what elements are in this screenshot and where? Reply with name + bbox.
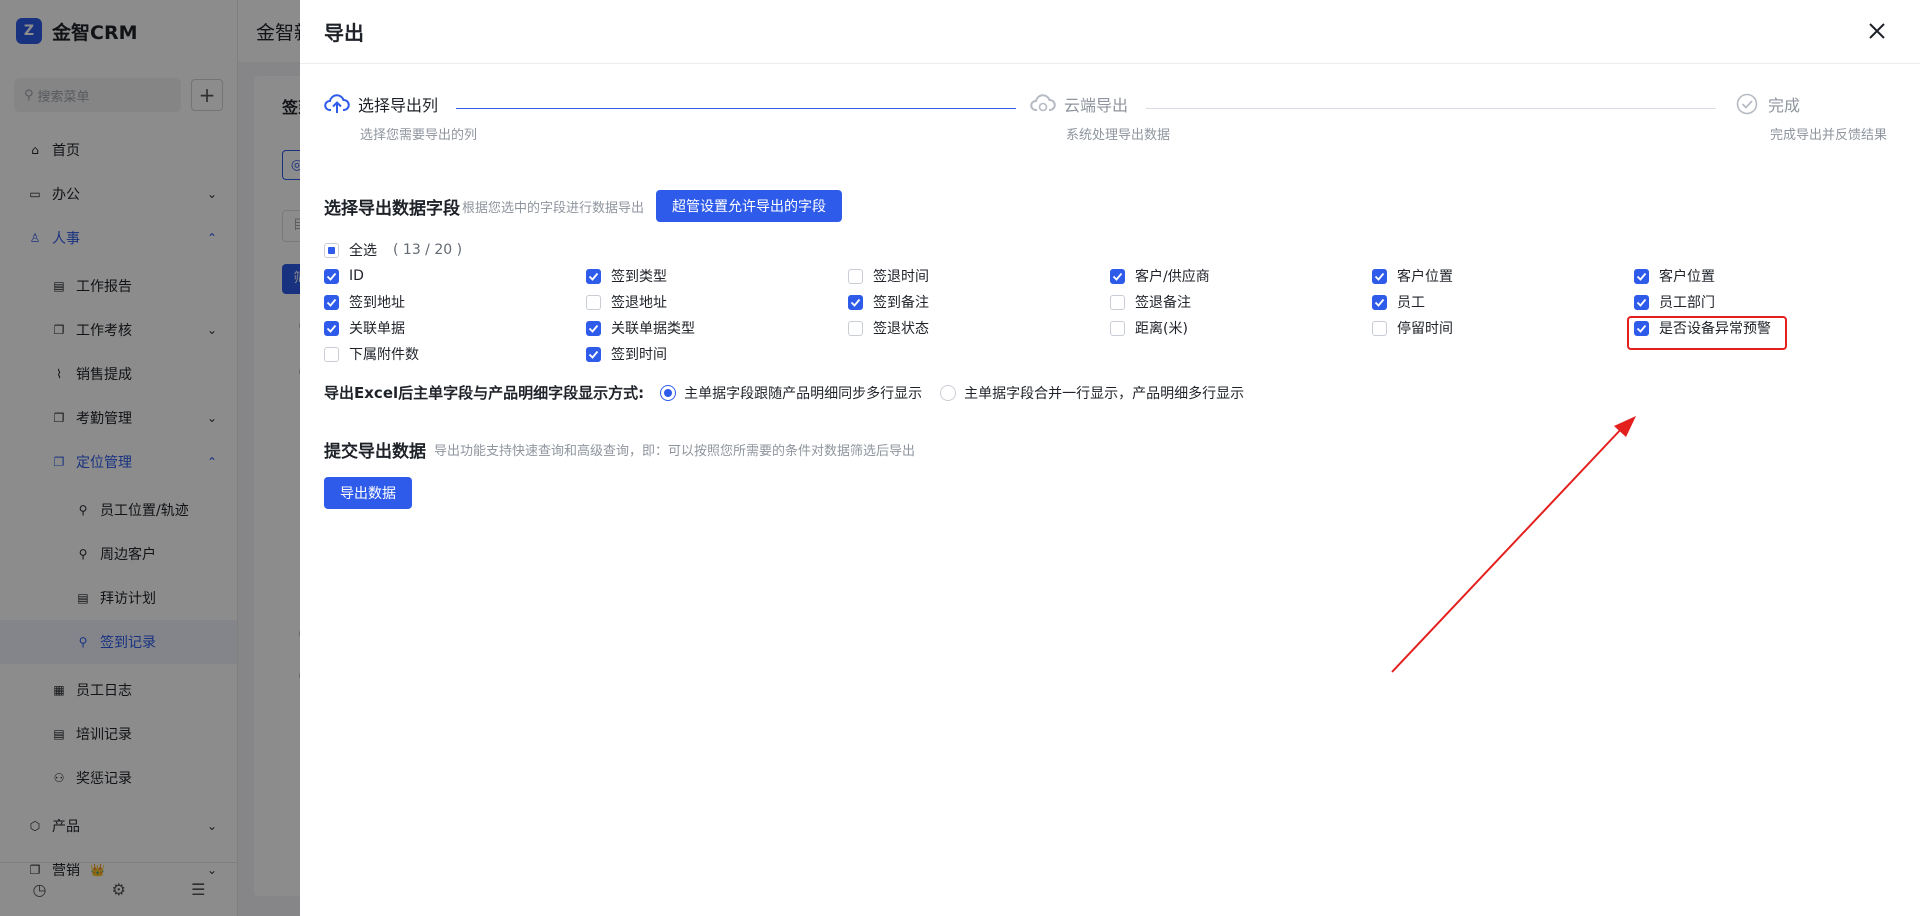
export-field-checkbox[interactable]: 签到类型 <box>586 266 667 286</box>
checkbox-checked-icon <box>586 346 601 362</box>
fields-section-hint: 根据您选中的字段进行数据导出 <box>462 200 645 216</box>
step-finish: 完成 完成导出并反馈结果 <box>1734 92 1887 143</box>
cloud-upload-icon <box>324 94 350 113</box>
checkbox-checked-icon <box>1634 268 1649 284</box>
export-data-button[interactable]: 导出数据 <box>324 477 412 509</box>
display-mode-option-sync[interactable]: 主单据字段跟随产品明细同步多行显示 <box>660 383 922 403</box>
export-field-checkbox[interactable]: 员工 <box>1372 292 1425 312</box>
option-label: 主单据字段合并一行显示，产品明细多行显示 <box>964 385 1245 402</box>
export-field-checkbox[interactable]: 签到地址 <box>324 292 405 312</box>
drawer-header: 导出 <box>300 0 1920 64</box>
radio-unchecked-icon <box>940 384 957 401</box>
close-button[interactable] <box>1864 18 1890 44</box>
checkbox-checked-icon <box>324 294 339 310</box>
drawer-title: 导出 <box>324 21 364 45</box>
export-button-wrap: 导出数据 <box>324 477 412 509</box>
checkbox-unchecked-icon <box>848 268 863 284</box>
close-icon <box>1869 23 1885 39</box>
export-field-label: 客户位置 <box>1397 269 1453 285</box>
checkbox-checked-icon <box>1372 294 1387 310</box>
radio-checked-icon <box>660 384 677 401</box>
step-title: 选择导出列 <box>358 96 439 115</box>
checkbox-checked-icon <box>586 320 601 336</box>
cloud-sync-icon <box>1030 94 1056 112</box>
export-field-label: 客户/供应商 <box>1135 269 1210 285</box>
checkbox-unchecked-icon <box>848 320 863 336</box>
export-field-label: 签到类型 <box>611 269 667 285</box>
checkbox-unchecked-icon <box>586 294 601 310</box>
checkbox-checked-icon <box>324 268 339 284</box>
export-field-label: 签退状态 <box>873 321 929 337</box>
export-field-checkbox[interactable]: 员工部门 <box>1634 292 1715 312</box>
export-field-checkbox[interactable]: 距离(米) <box>1110 318 1188 338</box>
export-field-checkbox[interactable]: 签退地址 <box>586 292 667 312</box>
display-mode-row: 导出Excel后主单字段与产品明细字段显示方式: 主单据字段跟随产品明细同步多行… <box>324 382 1262 403</box>
checkbox-checked-icon <box>1634 294 1649 310</box>
export-field-checkbox[interactable]: 关联单据 <box>324 318 405 338</box>
export-steps: 选择导出列 选择您需要导出的列 云端导出 系统处理导出数据 完成 完成导出并反馈… <box>324 92 1894 152</box>
checkbox-checked-icon <box>324 320 339 336</box>
checkbox-partial-icon <box>324 242 339 258</box>
export-field-label: 签退备注 <box>1135 295 1191 311</box>
select-all-label: 全选 <box>349 243 377 259</box>
check-circle-icon <box>1736 93 1758 115</box>
checkbox-unchecked-icon <box>324 346 339 362</box>
select-all-checkbox[interactable]: 全选 ( 13 / 20 ) <box>324 240 462 260</box>
display-mode-label: 导出Excel后主单字段与产品明细字段显示方式: <box>324 384 645 402</box>
step-title: 云端导出 <box>1064 96 1129 115</box>
export-field-label: 停留时间 <box>1397 321 1453 337</box>
step-select-columns: 选择导出列 选择您需要导出的列 <box>324 92 477 143</box>
fields-section-title: 选择导出数据字段 <box>324 198 460 219</box>
export-field-checkbox[interactable]: 签退备注 <box>1110 292 1191 312</box>
display-mode-option-merge[interactable]: 主单据字段合并一行显示，产品明细多行显示 <box>940 383 1244 403</box>
checkbox-unchecked-icon <box>1110 320 1125 336</box>
submit-section-title: 提交导出数据 <box>324 442 426 462</box>
export-field-checkbox[interactable]: 签退时间 <box>848 266 929 286</box>
export-field-label: 关联单据类型 <box>611 321 695 337</box>
checkbox-unchecked-icon <box>1110 294 1125 310</box>
step-connector-active <box>456 108 1016 109</box>
step-connector <box>1146 108 1716 109</box>
option-label: 主单据字段跟随产品明细同步多行显示 <box>684 385 923 402</box>
export-drawer: 导出 选择导出列 选择您需要导出的列 云端导出 系统处理导出数据 完成 完成导出… <box>300 0 1920 916</box>
export-field-label: 签退时间 <box>873 269 929 285</box>
step-cloud-export: 云端导出 系统处理导出数据 <box>1030 92 1170 143</box>
export-field-checkbox[interactable]: 关联单据类型 <box>586 318 695 338</box>
export-field-label: ID <box>349 268 364 284</box>
annotation-highlight-box <box>1627 316 1787 350</box>
export-field-checkbox[interactable]: 客户位置 <box>1634 266 1715 286</box>
export-field-label: 签退地址 <box>611 295 667 311</box>
step-title: 完成 <box>1768 96 1801 115</box>
checkbox-unchecked-icon <box>1372 320 1387 336</box>
select-all-count: ( 13 / 20 ) <box>393 242 463 258</box>
export-field-checkbox[interactable]: 签到时间 <box>586 344 667 364</box>
export-field-label: 员工部门 <box>1659 295 1715 311</box>
admin-allowed-fields-button[interactable]: 超管设置允许导出的字段 <box>656 190 843 222</box>
export-field-checkbox[interactable]: 签到备注 <box>848 292 929 312</box>
checkbox-checked-icon <box>1110 268 1125 284</box>
checkbox-checked-icon <box>848 294 863 310</box>
export-field-checkbox[interactable]: 客户/供应商 <box>1110 266 1210 286</box>
export-field-label: 员工 <box>1397 295 1425 311</box>
step-desc: 选择您需要导出的列 <box>360 128 478 143</box>
step-desc: 系统处理导出数据 <box>1066 128 1171 143</box>
export-field-checkbox[interactable]: ID <box>324 266 364 286</box>
export-field-checkbox[interactable]: 停留时间 <box>1372 318 1453 338</box>
export-field-label: 距离(米) <box>1135 321 1188 337</box>
fields-section-header: 选择导出数据字段 根据您选中的字段进行数据导出 超管设置允许导出的字段 <box>324 190 843 222</box>
export-field-label: 下属附件数 <box>349 347 419 363</box>
step-desc: 完成导出并反馈结果 <box>1770 128 1888 143</box>
export-field-label: 关联单据 <box>349 321 405 337</box>
checkbox-checked-icon <box>586 268 601 284</box>
export-field-checkbox[interactable]: 客户位置 <box>1372 266 1453 286</box>
export-field-label: 签到时间 <box>611 347 667 363</box>
export-field-label: 签到备注 <box>873 295 929 311</box>
submit-section-header: 提交导出数据 导出功能支持快速查询和高级查询，即：可以按照您所需要的条件对数据筛… <box>324 437 915 462</box>
export-field-label: 客户位置 <box>1659 269 1715 285</box>
export-field-checkbox[interactable]: 签退状态 <box>848 318 929 338</box>
submit-section-hint: 导出功能支持快速查询和高级查询，即：可以按照您所需要的条件对数据筛选后导出 <box>434 444 916 459</box>
export-field-checkbox[interactable]: 下属附件数 <box>324 344 419 364</box>
export-field-label: 签到地址 <box>349 295 405 311</box>
checkbox-checked-icon <box>1372 268 1387 284</box>
